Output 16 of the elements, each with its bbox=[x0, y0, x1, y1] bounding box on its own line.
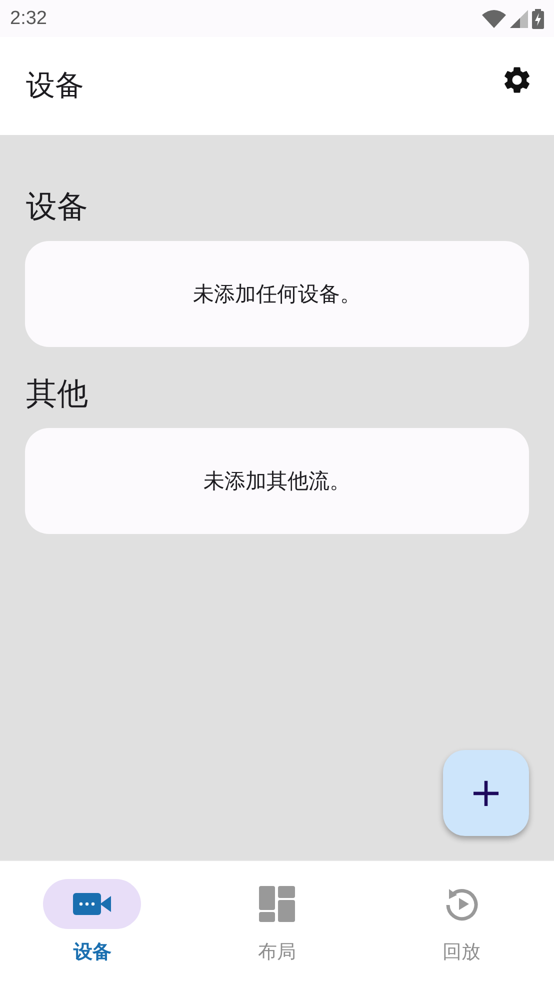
empty-message: 未添加任何设备。 bbox=[193, 281, 361, 308]
layout-icon bbox=[259, 886, 295, 922]
empty-message: 未添加其他流。 bbox=[204, 468, 350, 495]
battery-icon bbox=[532, 8, 544, 28]
replay-icon bbox=[444, 886, 480, 922]
nav-tab[interactable]: 设备 bbox=[0, 861, 185, 984]
video-camera-icon bbox=[73, 893, 112, 915]
nav-tab[interactable]: 回放 bbox=[369, 861, 554, 984]
app-title: 设备 bbox=[26, 67, 84, 104]
signal-icon bbox=[510, 10, 528, 28]
nav-tab[interactable]: 布局 bbox=[184, 861, 370, 984]
add-button[interactable]: + bbox=[443, 750, 529, 836]
section-heading: 其他 bbox=[26, 375, 89, 414]
wifi-icon bbox=[482, 8, 506, 28]
section-heading: 设备 bbox=[26, 188, 89, 227]
status-time: 2:32 bbox=[10, 8, 47, 30]
